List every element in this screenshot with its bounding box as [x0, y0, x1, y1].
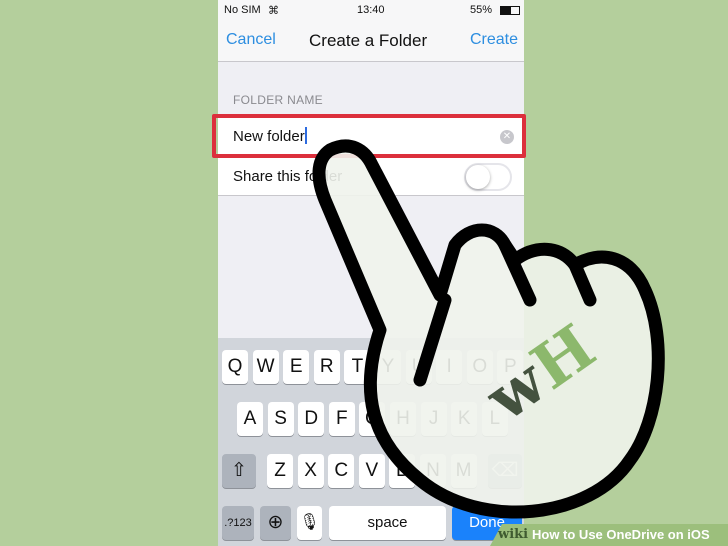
hand-fill: [312, 139, 665, 519]
caption-brand: wiki: [498, 527, 529, 542]
hand-pointer-illustration: w H: [312, 139, 665, 519]
caption-bar: wiki How to Use OneDrive on iOS: [490, 524, 728, 546]
caption-title: How to Use OneDrive on iOS: [532, 527, 710, 542]
